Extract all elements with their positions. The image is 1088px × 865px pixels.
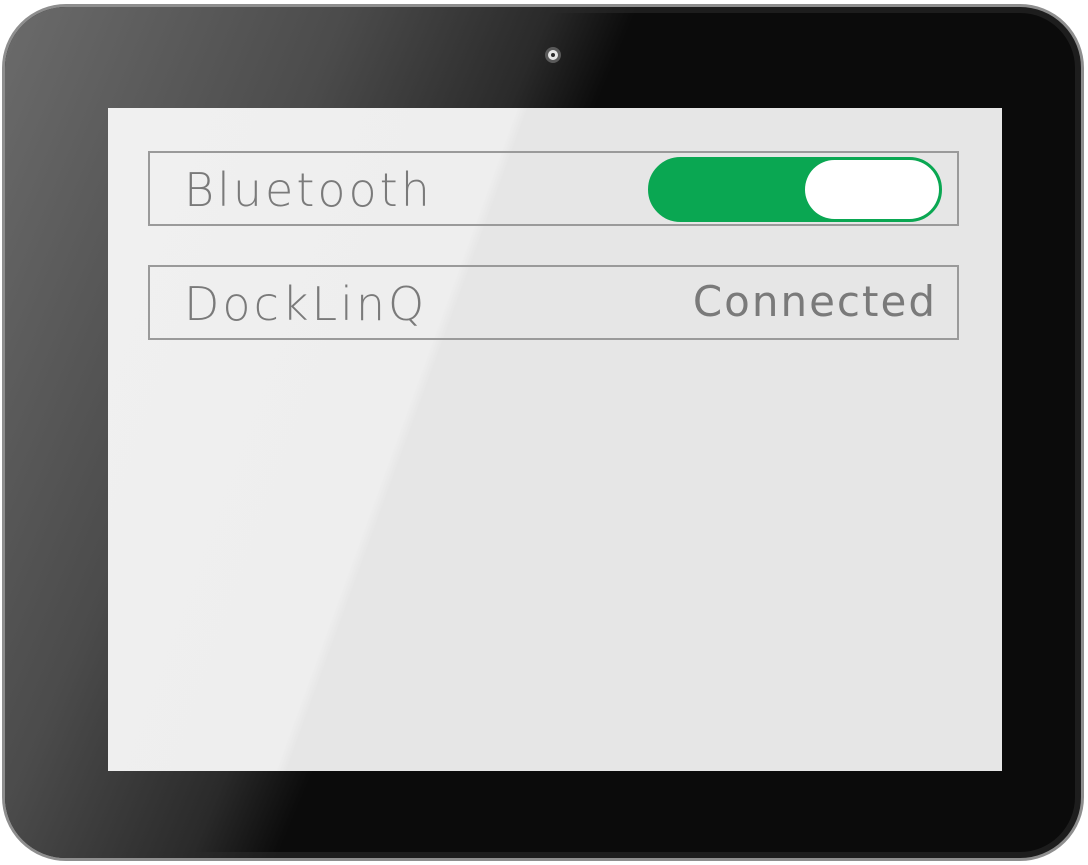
bluetooth-row: Bluetooth [148, 151, 959, 226]
device-status: Connected [692, 277, 937, 326]
tablet-screen: Bluetooth DockLinQ Connected [108, 108, 1002, 771]
bluetooth-label: Bluetooth [184, 163, 433, 217]
tablet-frame: Bluetooth DockLinQ Connected [2, 4, 1084, 861]
bluetooth-toggle[interactable] [648, 157, 942, 222]
toggle-knob [805, 160, 939, 219]
camera-icon [545, 47, 561, 63]
device-row[interactable]: DockLinQ Connected [148, 265, 959, 340]
device-name: DockLinQ [184, 277, 428, 331]
